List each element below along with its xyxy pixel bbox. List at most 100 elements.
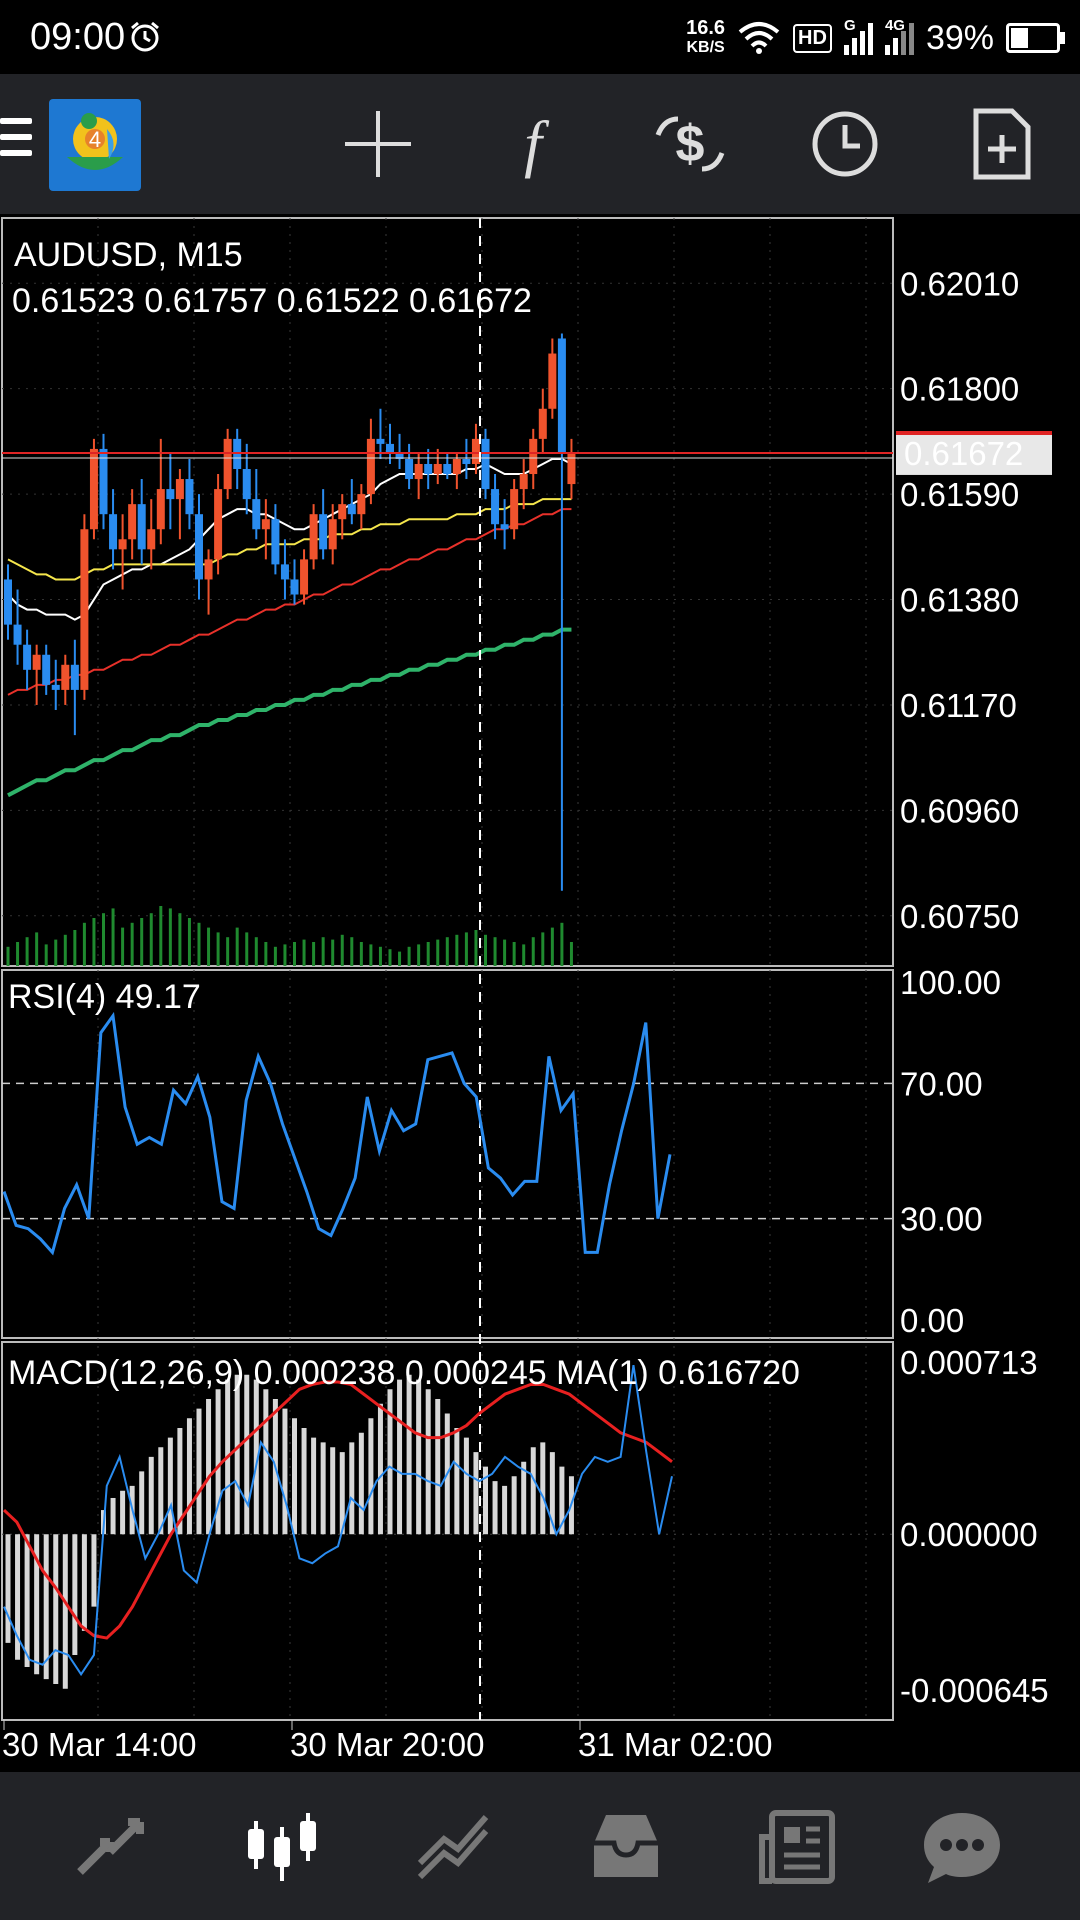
candle-body [261, 519, 270, 530]
candle-body [471, 438, 480, 464]
rsi-tick-label: 70.00 [900, 1065, 983, 1102]
candle-body [89, 448, 98, 530]
candle-body [175, 479, 184, 500]
indicators-tool[interactable]: f [488, 99, 578, 189]
candle-body [529, 438, 538, 475]
candle-body [319, 514, 328, 550]
candle-body [233, 438, 242, 470]
price-pane-frame [1, 217, 894, 967]
nav-news[interactable] [748, 1802, 848, 1892]
candle-body [185, 479, 194, 515]
crosshair-icon [345, 111, 411, 177]
status-time: 09:00 [30, 16, 126, 58]
symbol-label: AUDUSD, M15 [14, 236, 243, 274]
candle-body [223, 438, 232, 490]
nav-trade[interactable] [404, 1802, 504, 1892]
candle-body [118, 539, 127, 550]
battery-percent: 39% [925, 18, 994, 57]
bottom-navigation [0, 1772, 1080, 1920]
candle-body [4, 579, 12, 625]
nav-history[interactable] [576, 1802, 676, 1892]
candle-body [347, 504, 356, 515]
candle-body [147, 529, 156, 550]
rsi-pane-frame [1, 969, 894, 1339]
rsi-tick-label: 0.00 [900, 1302, 964, 1339]
trade-icon: $ [655, 115, 725, 173]
chart-toolbar: 4 f $ [0, 74, 1080, 214]
svg-text:f: f [524, 109, 550, 179]
battery-icon [1006, 23, 1065, 53]
timeframe-tool[interactable] [800, 99, 890, 189]
nav-chat[interactable] [912, 1802, 1012, 1892]
candle-body [166, 489, 175, 500]
rsi-line [2, 1011, 672, 1256]
candle-body [23, 644, 32, 670]
candle-body [195, 514, 203, 580]
current-price-text: 0.61672 [904, 435, 1023, 472]
candle-body [300, 559, 309, 595]
candle-body [280, 564, 289, 580]
candle-body [481, 438, 490, 490]
news-icon [759, 1810, 835, 1884]
candle-body [156, 489, 165, 530]
crosshair-tool[interactable] [333, 99, 423, 189]
candle-body [538, 408, 547, 439]
candle-body [13, 624, 22, 645]
price-tick-label: 0.61170 [900, 687, 1017, 724]
x-axis-label: 30 Mar 14:00 [2, 1726, 196, 1763]
trade-tool[interactable]: $ [645, 99, 735, 189]
status-bar: 09:00 16.6 KB/S HD G 4G 39% [0, 0, 1080, 74]
chart-area[interactable]: 0.62010 0.61800 0.61590 0.61380 0.61170 0.609… [0, 214, 1080, 1772]
candle-body [42, 654, 51, 685]
price-tick-label: 0.60960 [900, 792, 1019, 829]
candle-body [80, 529, 89, 690]
candle-body [462, 458, 471, 464]
chat-icon [924, 1813, 1000, 1883]
candle-body [405, 458, 414, 480]
new-order-icon [973, 108, 1031, 180]
wifi-icon [738, 22, 780, 54]
candle-body [443, 463, 452, 475]
candle-body [109, 514, 118, 550]
timeframe-icon [812, 111, 878, 177]
mt4-logo-icon[interactable]: 4 [49, 99, 141, 191]
candle-body [137, 504, 146, 550]
candle-body [271, 519, 280, 565]
price-tick-label: 0.61380 [900, 582, 1019, 619]
candle-body [99, 448, 108, 515]
ohlc-label: 0.61523 0.61757 0.61522 0.61672 [12, 282, 532, 320]
candle-body [290, 579, 299, 595]
candle-body [519, 474, 528, 490]
candle-body [357, 494, 366, 515]
candle-body [204, 559, 213, 580]
macd-tick-label: 0.000000 [900, 1516, 1038, 1553]
history-icon [594, 1815, 658, 1877]
candle-body [51, 684, 60, 690]
svg-text:$: $ [676, 115, 705, 173]
candle-body [70, 664, 79, 690]
nav-quotes[interactable] [60, 1802, 160, 1892]
macd-label: MACD(12,26,9) 0.000238 0.000245 MA(1) 0.… [8, 1354, 800, 1392]
nav-chart[interactable] [232, 1802, 332, 1892]
candle-body [32, 654, 41, 670]
candle-body [252, 499, 261, 530]
x-axis-label: 30 Mar 20:00 [290, 1726, 484, 1763]
status-indicators: 16.6 KB/S HD G 4G 39% [686, 14, 1065, 62]
price-tick-label: 0.61590 [900, 476, 1019, 513]
candle-body [424, 463, 433, 475]
candle-body [214, 489, 223, 560]
x-axis-label: 31 Mar 02:00 [578, 1726, 772, 1763]
rsi-tick-label: 100.00 [900, 964, 1001, 1001]
trade-icon [417, 1815, 489, 1880]
candle-body [433, 463, 442, 475]
price-tick-label: 0.60750 [900, 898, 1019, 935]
chart-icon [248, 1813, 316, 1881]
candle-body [557, 338, 566, 454]
menu-icon[interactable] [0, 118, 32, 166]
candle-body [242, 469, 251, 500]
candle-body [567, 453, 576, 485]
candle-body [491, 489, 500, 525]
new-order-tool[interactable] [957, 99, 1047, 189]
rsi-label: RSI(4) 49.17 [8, 978, 201, 1016]
candle-body [61, 664, 70, 690]
